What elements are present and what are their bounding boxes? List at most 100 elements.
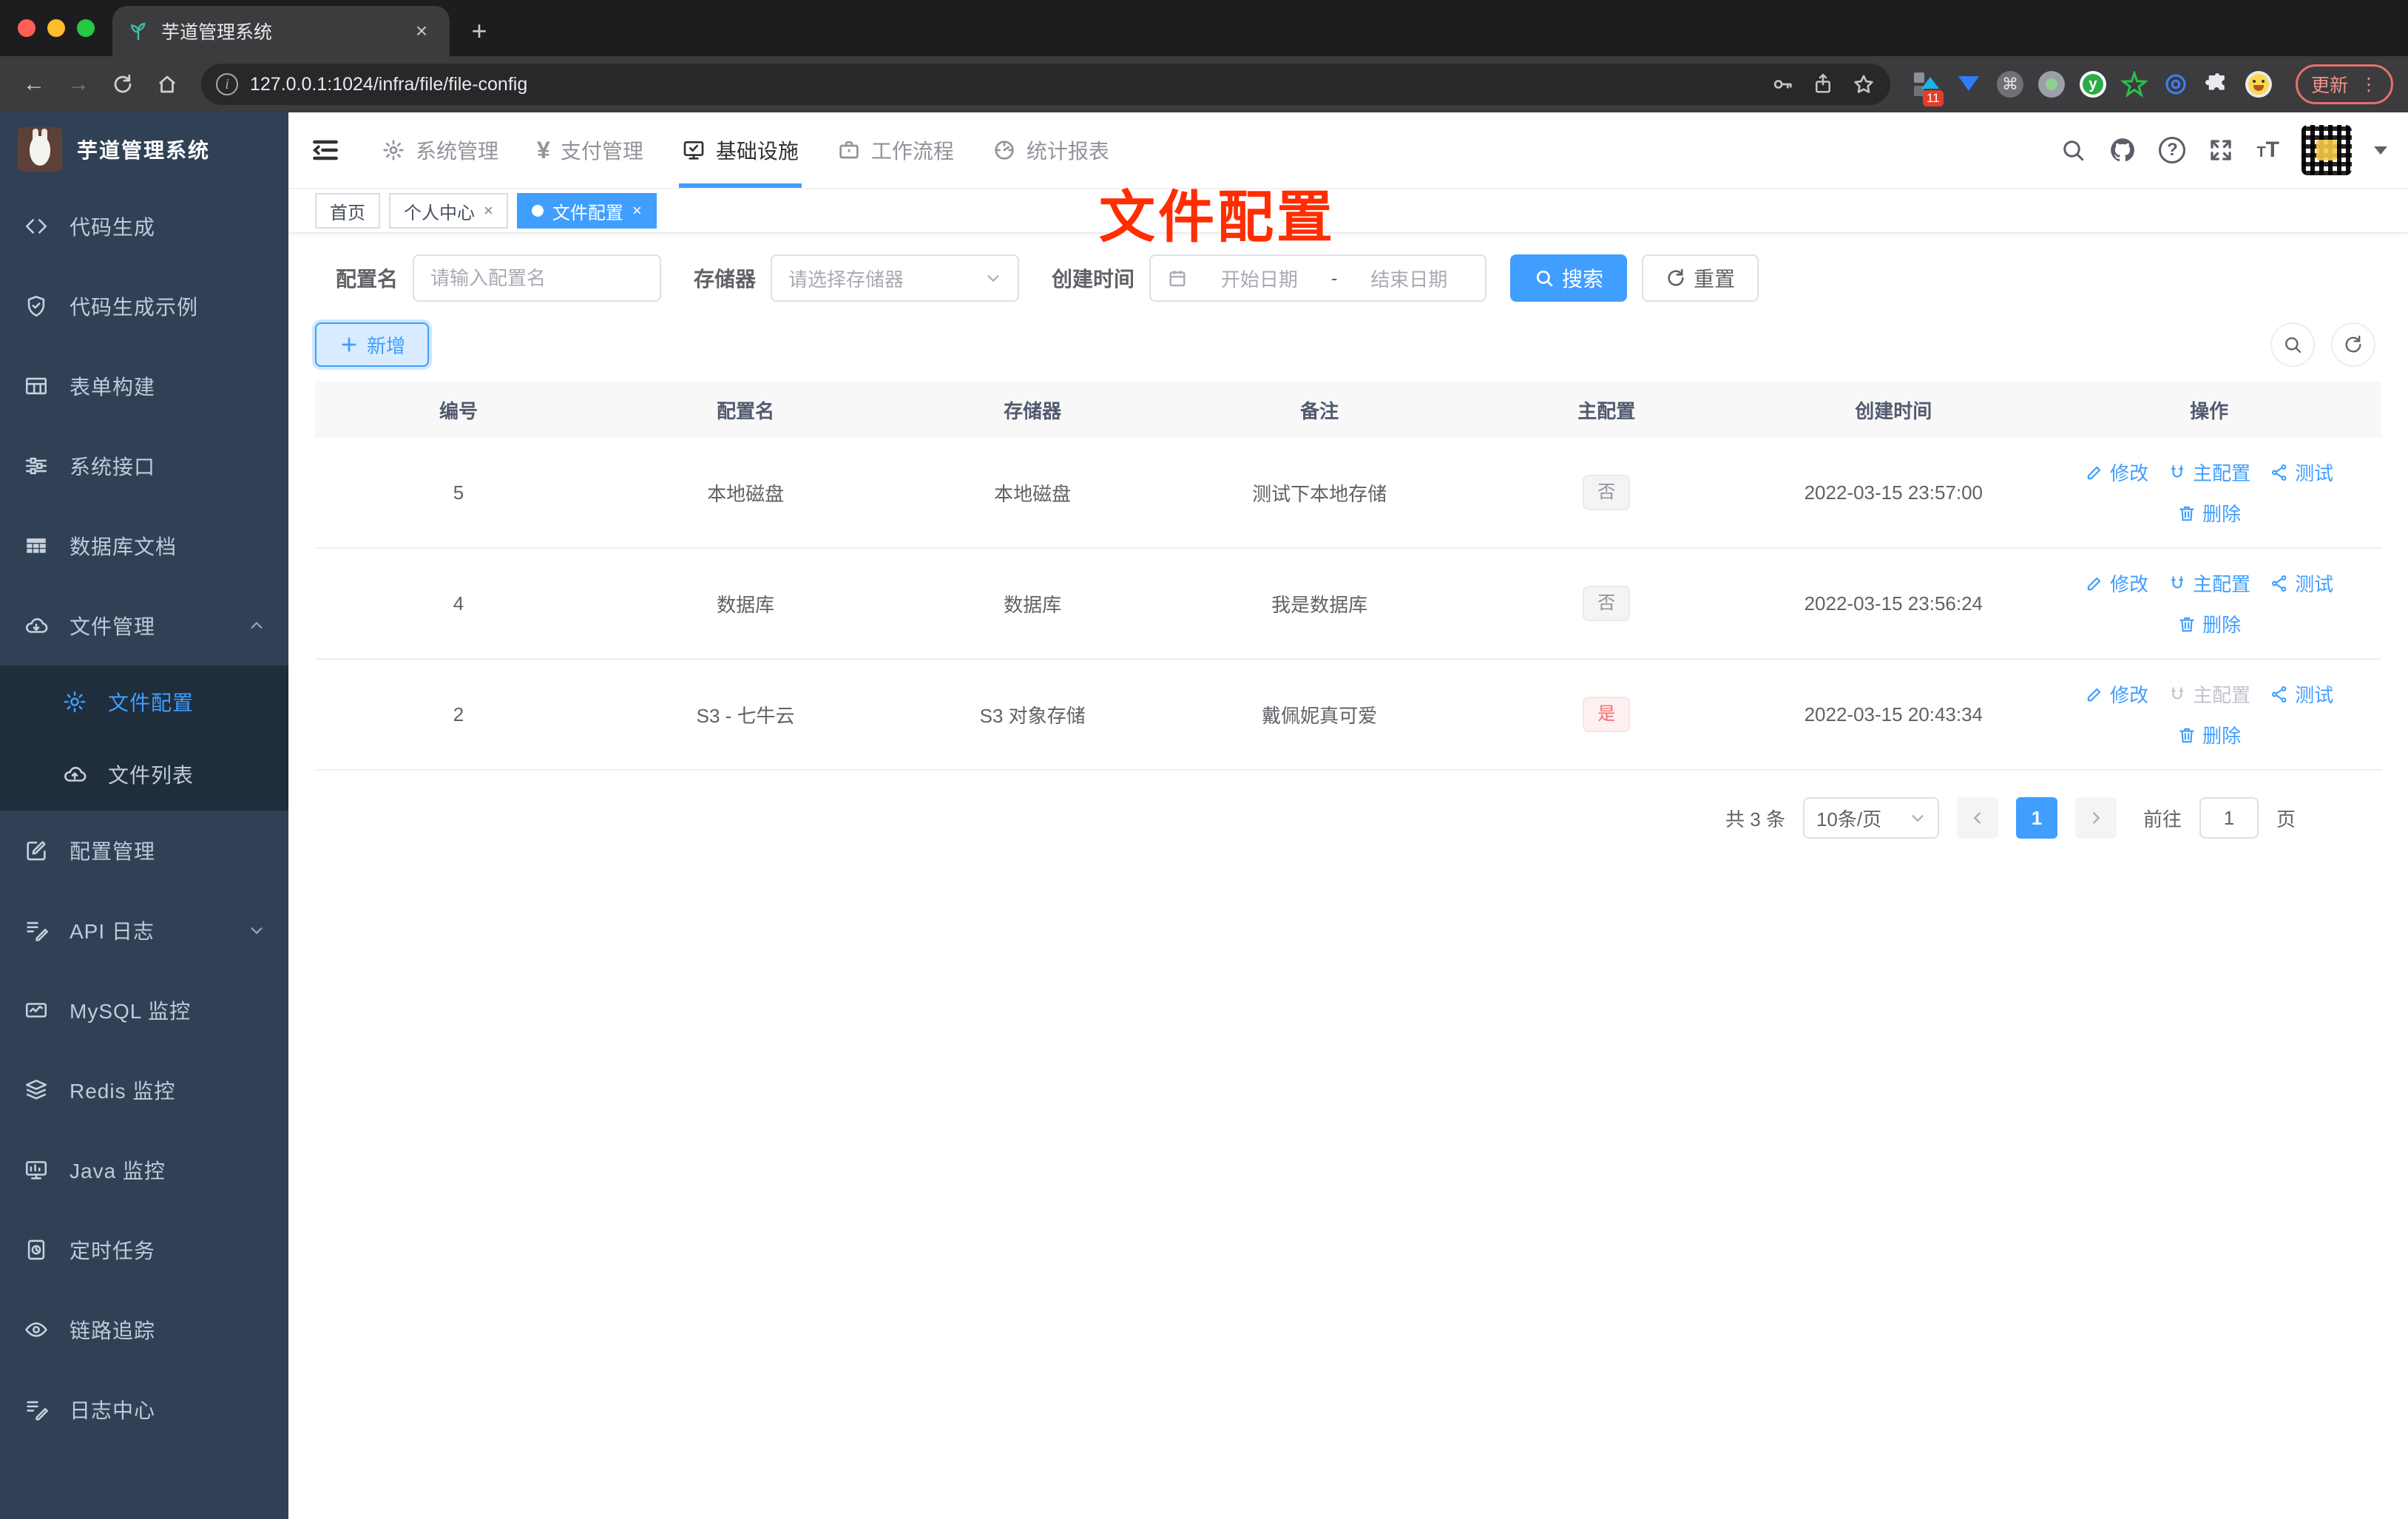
new-tab-button[interactable]: + [459, 10, 500, 52]
test-link[interactable]: 测试 [2270, 459, 2333, 486]
config-name-input[interactable] [413, 254, 662, 302]
fullscreen-icon[interactable] [2208, 137, 2234, 163]
add-button[interactable]: 新增 [315, 322, 430, 367]
tag-close-icon[interactable]: × [632, 201, 642, 220]
sidebar-collapse-icon[interactable] [309, 134, 342, 166]
top-menu-label: 基础设施 [715, 140, 799, 163]
chevron-down-icon [248, 922, 265, 938]
top-menu-infrastructure[interactable]: 基础设施 [663, 112, 818, 188]
sidebar-item-db-doc[interactable]: 数据库文档 [0, 506, 288, 586]
back-button[interactable]: ← [15, 65, 53, 104]
tag-chip-home[interactable]: 首页 [315, 193, 380, 229]
extension-record-icon[interactable] [2037, 71, 2065, 98]
extension-command-icon[interactable]: ⌘ [1996, 71, 2023, 98]
prev-page-button[interactable] [1956, 797, 1998, 839]
sidebar-item-api-log[interactable]: API 日志 [0, 890, 288, 970]
top-menu-payment[interactable]: ¥ 支付管理 [518, 112, 663, 188]
tag-chip-file-config[interactable]: 文件配置 × [516, 193, 657, 229]
col-header-id: 编号 [439, 399, 478, 422]
sidebar-item-code-example[interactable]: 代码生成示例 [0, 266, 288, 346]
avatar-qr[interactable] [2302, 125, 2352, 175]
extension-gem-icon[interactable] [1955, 71, 1982, 98]
sidebar-item-redis-monitor[interactable]: Redis 监控 [0, 1050, 288, 1130]
window-controls[interactable] [0, 0, 112, 56]
profile-emoji-icon[interactable] [2245, 71, 2272, 98]
sidebar-item-scheduled-tasks[interactable]: 定时任务 [0, 1210, 288, 1290]
top-menu-system[interactable]: 系统管理 [362, 112, 518, 188]
share-nodes-icon [2270, 574, 2289, 593]
site-info-icon[interactable]: i [216, 73, 238, 95]
sidebar-item-log-center[interactable]: 日志中心 [0, 1370, 288, 1449]
refresh-table-button[interactable] [2331, 322, 2375, 367]
add-button-label: 新增 [367, 334, 406, 357]
maximize-window-button[interactable] [77, 19, 95, 37]
top-menu-label: 支付管理 [560, 140, 643, 163]
extension-diamond-icon[interactable]: 11 [1913, 71, 1944, 106]
delete-link[interactable]: 删除 [2177, 610, 2241, 637]
reset-button[interactable]: 重置 [1642, 254, 1759, 302]
forward-button[interactable]: → [59, 65, 98, 104]
url-text[interactable]: 127.0.0.1:1024/infra/file/file-config [250, 74, 1759, 95]
browser-tab[interactable]: 芋道管理系统 × [112, 6, 450, 56]
cell-id: 4 [453, 592, 464, 615]
reload-button[interactable] [104, 65, 142, 104]
help-icon[interactable]: ? [2159, 137, 2186, 163]
sidebar-item-form-builder[interactable]: 表单构建 [0, 346, 288, 426]
gear-icon [382, 138, 405, 162]
browser-update-button[interactable]: 更新 ⋮ [2295, 64, 2393, 104]
sidebar-item-file-list[interactable]: 文件列表 [0, 738, 288, 811]
sidebar-item-config-management[interactable]: 配置管理 [0, 811, 288, 890]
font-size-icon[interactable]: TT [2256, 138, 2279, 163]
extension-star-icon[interactable] [2120, 71, 2148, 98]
close-window-button[interactable] [18, 19, 35, 37]
minimize-window-button[interactable] [47, 19, 65, 37]
browser-menu-icon[interactable]: ⋮ [2360, 74, 2378, 95]
search-button[interactable]: 搜索 [1510, 254, 1628, 302]
github-icon[interactable] [2108, 136, 2137, 164]
filter-time-label: 创建时间 [1052, 268, 1135, 291]
bookmark-star-icon[interactable] [1852, 72, 1876, 96]
sidebar-item-file-config[interactable]: 文件配置 [0, 666, 288, 738]
extension-eye-icon[interactable] [2162, 71, 2189, 98]
end-date-placeholder[interactable]: 结束日期 [1349, 265, 1469, 292]
col-header-remark: 备注 [1300, 399, 1339, 422]
show-search-toggle-button[interactable] [2270, 322, 2315, 367]
top-menu-workflow[interactable]: 工作流程 [818, 112, 973, 188]
home-button[interactable] [148, 65, 186, 104]
master-config-link[interactable]: 主配置 [2168, 569, 2250, 597]
edit-link[interactable]: 修改 [2085, 680, 2148, 708]
share-icon[interactable] [1812, 72, 1834, 95]
tag-chip-label: 文件配置 [552, 203, 623, 223]
sidebar-item-code-generation[interactable]: 代码生成 [0, 186, 288, 266]
extension-y-icon[interactable]: y [2079, 71, 2106, 98]
delete-link[interactable]: 删除 [2177, 499, 2241, 527]
test-link[interactable]: 测试 [2270, 569, 2333, 597]
page-size-select[interactable]: 10条/页 [1802, 797, 1939, 839]
app-logo[interactable]: 芋道管理系统 [0, 112, 288, 186]
sidebar-item-mysql-monitor[interactable]: MySQL 监控 [0, 970, 288, 1050]
edit-link[interactable]: 修改 [2085, 459, 2148, 486]
search-icon[interactable] [2060, 137, 2086, 163]
sidebar-item-tracing[interactable]: 链路追踪 [0, 1290, 288, 1370]
config-name-input-field[interactable] [430, 266, 644, 290]
date-range-picker[interactable]: 开始日期 - 结束日期 [1149, 254, 1487, 302]
extensions-puzzle-icon[interactable] [2204, 71, 2231, 98]
password-key-icon[interactable] [1771, 72, 1794, 96]
sidebar-item-file-management[interactable]: 文件管理 [0, 586, 288, 666]
sidebar-item-system-api[interactable]: 系统接口 [0, 426, 288, 506]
test-link[interactable]: 测试 [2270, 680, 2333, 708]
avatar-caret-icon[interactable] [2374, 146, 2387, 155]
edit-link[interactable]: 修改 [2085, 569, 2148, 597]
delete-link[interactable]: 删除 [2177, 721, 2241, 748]
next-page-button[interactable] [2074, 797, 2117, 839]
storage-select[interactable]: 请选择存储器 [771, 254, 1020, 302]
master-config-link[interactable]: 主配置 [2168, 459, 2250, 486]
start-date-placeholder[interactable]: 开始日期 [1200, 265, 1319, 292]
tab-close-icon[interactable]: × [408, 18, 435, 44]
tag-chip-profile[interactable]: 个人中心 × [389, 193, 508, 229]
sidebar-item-java-monitor[interactable]: Java 监控 [0, 1130, 288, 1210]
goto-page-input[interactable] [2199, 797, 2259, 839]
address-bar[interactable]: i 127.0.0.1:1024/infra/file/file-config [201, 64, 1890, 105]
tag-close-icon[interactable]: × [484, 201, 493, 220]
page-number-1[interactable]: 1 [2015, 797, 2057, 839]
